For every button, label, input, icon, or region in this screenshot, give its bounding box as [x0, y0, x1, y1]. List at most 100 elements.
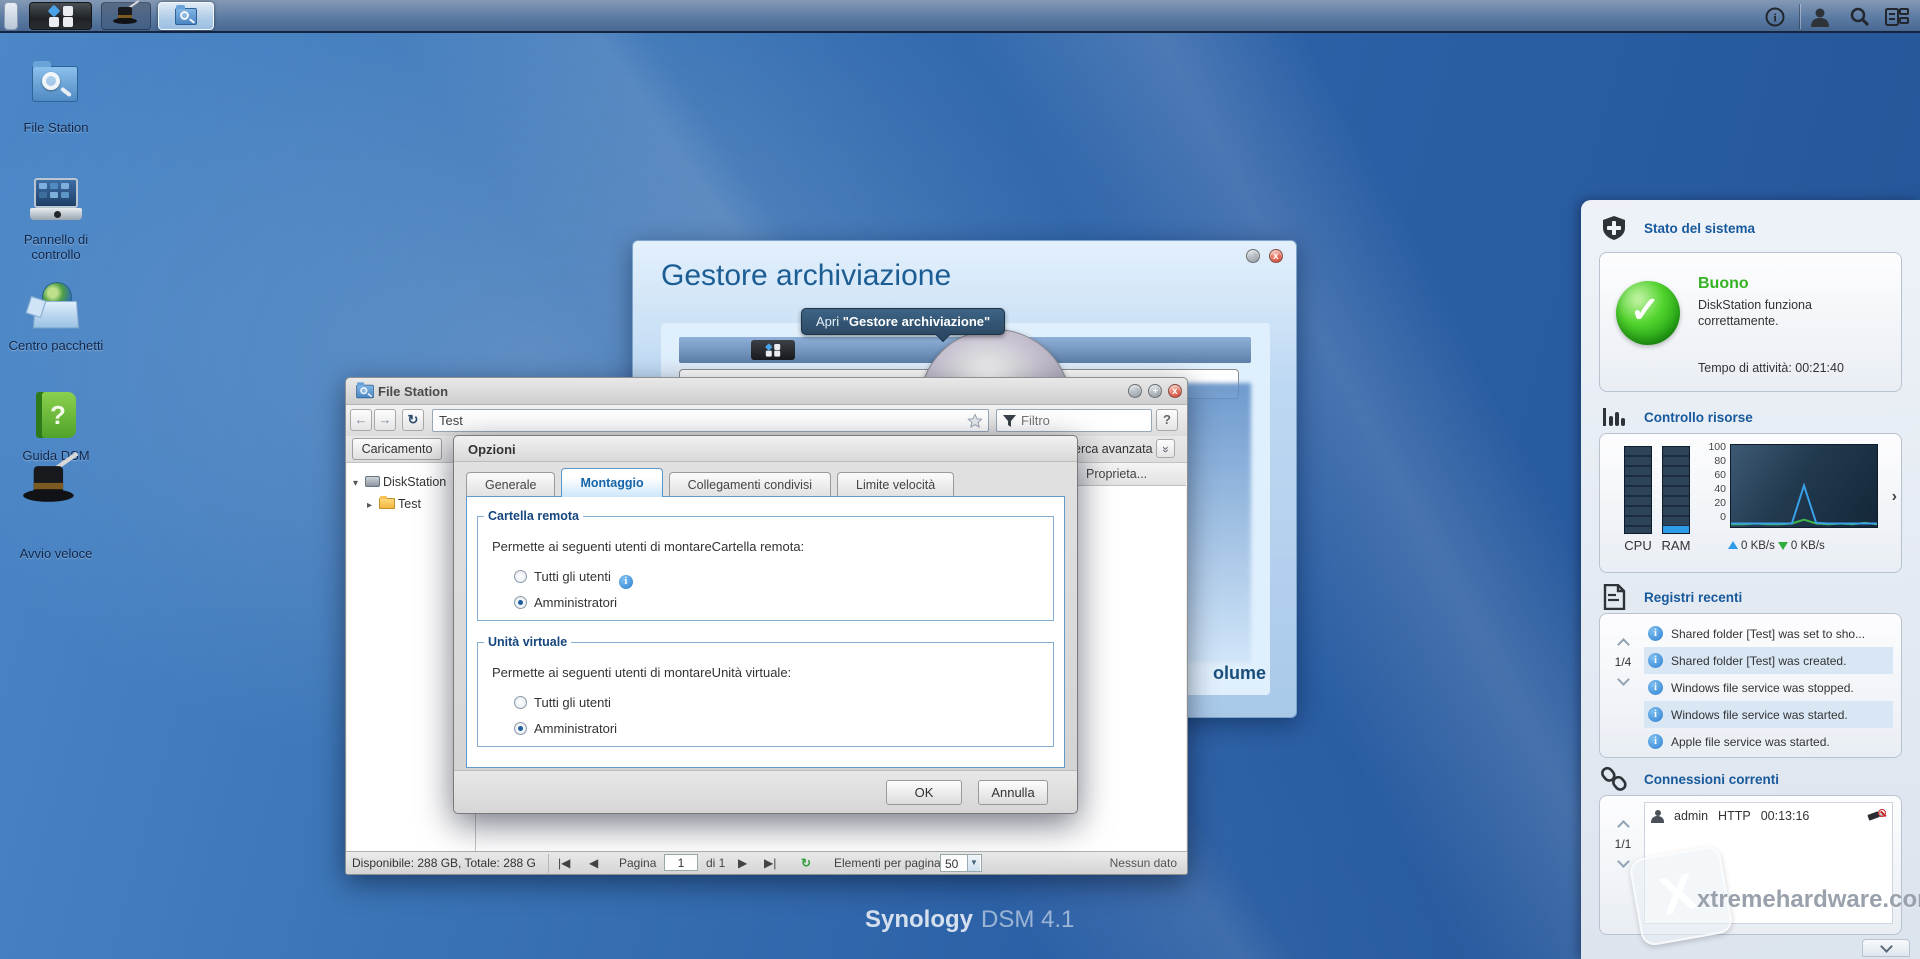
search-input[interactable]: [439, 412, 949, 429]
radio-selected-icon[interactable]: [514, 722, 527, 735]
connection-row[interactable]: admin HTTP 00:13:16: [1645, 803, 1892, 829]
section-description: Permette ai seguenti utenti di montareCa…: [492, 539, 805, 554]
nas-icon: [365, 476, 380, 487]
radio-all-users[interactable]: Tutti gli utenti: [514, 695, 611, 711]
desktop-icon-dsm-help[interactable]: ? Guida DSM: [8, 388, 104, 463]
title-bar[interactable]: File Station + x: [346, 378, 1187, 405]
pilot-view-icon[interactable]: [1885, 5, 1909, 29]
favorite-star-icon[interactable]: [967, 413, 983, 429]
file-station-icon: [26, 60, 86, 116]
dialog-title-bar[interactable]: Opzioni: [454, 436, 1077, 462]
dsm-logo-icon: [751, 340, 795, 360]
system-health-card[interactable]: ✓ Buono DiskStation funziona correttamen…: [1599, 252, 1902, 392]
main-menu-button[interactable]: [29, 2, 92, 30]
per-page-select[interactable]: 50 ▼: [940, 854, 982, 872]
resource-monitor-more-button[interactable]: ›: [1892, 488, 1897, 506]
log-row[interactable]: i Windows file service was stopped.: [1644, 674, 1893, 701]
info-icon[interactable]: i: [618, 575, 633, 589]
close-icon[interactable]: x: [1269, 249, 1283, 263]
dsm-help-icon: ?: [26, 388, 86, 444]
minimize-button[interactable]: [1128, 384, 1142, 398]
tab-collegamenti-condivisi[interactable]: Collegamenti condivisi: [668, 472, 831, 497]
advanced-search-expand-button[interactable]: »: [1156, 439, 1175, 458]
radio-administrators[interactable]: Amministratori: [514, 721, 617, 737]
forward-button[interactable]: →: [374, 409, 396, 431]
taskbar-divider: [1800, 4, 1801, 29]
path-search-field[interactable]: [432, 409, 989, 432]
resource-monitor-header: Controllo risorse: [1600, 403, 1753, 431]
radio-selected-icon[interactable]: [514, 596, 527, 609]
tree-collapse-icon[interactable]: ▾: [353, 478, 365, 489]
desktop-icon-file-station[interactable]: File Station: [8, 60, 104, 135]
desktop-icon-package-center[interactable]: Centro pacchetti: [8, 278, 104, 353]
magic-hat-icon: [23, 451, 86, 542]
taskbar-file-station-button[interactable]: [158, 2, 214, 30]
radio-administrators[interactable]: Amministratori: [514, 595, 617, 611]
recent-logs-card[interactable]: 1/4 i Shared folder [Test] was set to sho…: [1599, 613, 1902, 758]
close-icon[interactable]: x: [1168, 384, 1182, 398]
log-row[interactable]: i Windows file service was started.: [1644, 701, 1893, 728]
radio-icon[interactable]: [514, 570, 527, 583]
back-button[interactable]: ←: [350, 409, 372, 431]
empty-status: Nessun dato: [1109, 856, 1177, 870]
resource-monitor-card[interactable]: CPU RAM 100 80 60 40 20 0 0 KB/s 0 KB/s ›: [1599, 433, 1902, 573]
sidebar-collapse-button[interactable]: [1862, 939, 1910, 957]
filter-input[interactable]: [1021, 412, 1146, 429]
dialog-title: Opzioni: [468, 442, 516, 457]
first-page-button[interactable]: |◀: [558, 856, 570, 870]
file-station-icon: [356, 382, 374, 399]
last-page-button[interactable]: ▶|: [764, 856, 776, 870]
desktop-icon-control-panel[interactable]: Pannello di controllo: [8, 172, 104, 262]
ram-meter: [1662, 446, 1690, 534]
radio-icon[interactable]: [514, 696, 527, 709]
disconnect-icon[interactable]: [1867, 809, 1886, 823]
info-icon[interactable]: i: [1763, 5, 1787, 29]
info-icon: i: [1648, 653, 1663, 668]
control-panel-icon: [26, 172, 86, 228]
log-row[interactable]: i Shared folder [Test] was created.: [1644, 647, 1893, 674]
funnel-icon: [1003, 415, 1016, 427]
ok-button[interactable]: OK: [886, 780, 962, 805]
filter-field[interactable]: [996, 409, 1152, 432]
search-icon[interactable]: [1848, 5, 1872, 29]
maximize-button[interactable]: +: [1148, 384, 1162, 398]
log-document-icon: [1600, 583, 1628, 611]
log-row[interactable]: i Shared folder [Test] was set to sho...: [1644, 620, 1893, 647]
pager-down-icon[interactable]: [1616, 673, 1630, 686]
user-icon[interactable]: [1808, 5, 1832, 29]
log-row[interactable]: i Apple file service was started.: [1644, 728, 1893, 755]
help-button[interactable]: ?: [1156, 409, 1178, 431]
tab-montaggio[interactable]: Montaggio: [561, 468, 663, 497]
upload-button[interactable]: Caricamento: [352, 438, 442, 460]
dialog-tabs: Generale Montaggio Collegamenti condivis…: [466, 468, 1065, 497]
page-number-input[interactable]: [664, 854, 698, 871]
show-desktop-button[interactable]: [4, 2, 18, 30]
pager-up-icon[interactable]: [1616, 638, 1630, 651]
quick-launch-button[interactable]: [101, 0, 151, 30]
refresh-list-button[interactable]: ↻: [801, 856, 811, 870]
minimize-button[interactable]: [1246, 249, 1260, 263]
pager-up-icon[interactable]: [1616, 820, 1630, 833]
page-label: Pagina: [619, 856, 657, 870]
advanced-search-label[interactable]: erca avanzata: [1074, 442, 1153, 456]
tree-expand-icon[interactable]: ▸: [367, 500, 379, 511]
ram-label: RAM: [1661, 538, 1691, 553]
pager-down-icon[interactable]: [1616, 855, 1630, 868]
cpu-label: CPU: [1624, 538, 1652, 553]
info-icon: i: [1648, 626, 1663, 641]
prev-page-button[interactable]: ◀: [589, 856, 598, 870]
connections-card[interactable]: 1/1 admin HTTP 00:13:16: [1599, 795, 1902, 935]
dsm-logo-icon: [47, 4, 74, 27]
download-rate: 0 KB/s: [1790, 539, 1825, 552]
next-page-button[interactable]: ▶: [738, 856, 747, 870]
radio-all-users[interactable]: Tutti gli utenti i: [514, 569, 633, 589]
refresh-button[interactable]: ↻: [402, 409, 424, 431]
pager-count: 1/1: [1614, 837, 1632, 851]
connections-pager: 1/1: [1606, 816, 1640, 872]
column-header-properties[interactable]: Proprieta...: [1086, 467, 1147, 481]
desktop-icon-quick-start[interactable]: Avvio veloce: [8, 451, 104, 561]
tab-generale[interactable]: Generale: [466, 472, 556, 497]
tab-limite-velocita[interactable]: Limite velocità: [837, 472, 955, 497]
logs-pager: 1/4: [1606, 634, 1640, 690]
cancel-button[interactable]: Annulla: [978, 780, 1048, 805]
